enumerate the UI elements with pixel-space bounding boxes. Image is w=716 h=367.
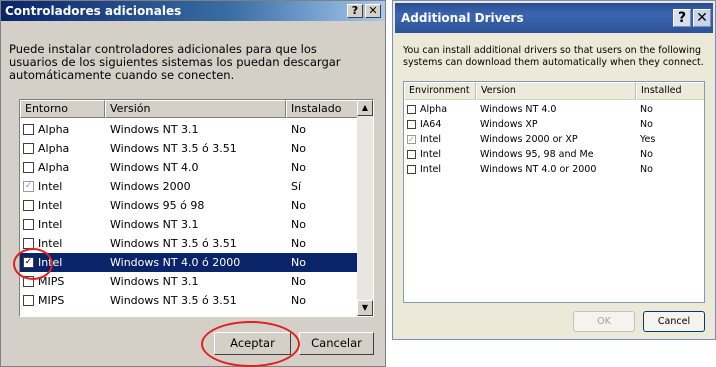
cell-version: Windows NT 3.1 xyxy=(110,218,199,231)
row-checkbox[interactable] xyxy=(407,120,416,129)
cancel-button[interactable]: Cancelar xyxy=(299,332,374,355)
help-button[interactable]: ? xyxy=(347,4,363,18)
column-header-version[interactable]: Version xyxy=(476,82,636,100)
list-item[interactable]: ✓ Intel Windows 2000 or XP Yes xyxy=(404,132,704,147)
cell-installed: No xyxy=(291,199,306,212)
column-header-environment[interactable]: Entorno xyxy=(20,100,105,118)
list-item[interactable]: Alpha Windows NT 3.1 No xyxy=(20,120,359,139)
cell-installed: No xyxy=(291,142,306,155)
row-checkbox[interactable] xyxy=(23,200,34,211)
row-checkbox[interactable] xyxy=(23,143,34,154)
row-checkbox[interactable] xyxy=(23,219,34,230)
list-item[interactable]: Intel Windows 95, 98 and Me No xyxy=(404,147,704,162)
cell-env: Alpha xyxy=(420,104,448,115)
cell-version: Windows NT 3.5 ó 3.51 xyxy=(110,142,237,155)
spanish-drivers-dialog: Controladores adicionales ? ✕ Puede inst… xyxy=(0,0,386,367)
row-checkbox[interactable] xyxy=(23,162,34,173)
column-header-environment[interactable]: Environment xyxy=(404,82,476,100)
drivers-list[interactable]: Entorno Versión Instalado Alpha Windows N… xyxy=(19,99,374,317)
cell-version: Windows 2000 xyxy=(110,180,191,193)
column-header-version[interactable]: Versión xyxy=(105,100,286,118)
row-checkbox[interactable] xyxy=(407,105,416,114)
dialog-title: Controladores adicionales xyxy=(5,4,182,18)
cell-version: Windows NT 3.1 xyxy=(110,275,199,288)
cell-version: Windows NT 4.0 or 2000 xyxy=(480,164,597,175)
cell-version: Windows NT 4.0 ó 2000 xyxy=(110,256,241,269)
list-item[interactable]: Intel Windows 95 ó 98 No xyxy=(20,196,359,215)
cell-installed: No xyxy=(291,294,306,307)
title-bar: Controladores adicionales ? ✕ xyxy=(1,1,385,21)
row-checkbox[interactable] xyxy=(407,150,416,159)
cell-version: Windows NT 3.5 ó 3.51 xyxy=(110,294,237,307)
list-item[interactable]: Alpha Windows NT 4.0 No xyxy=(20,158,359,177)
highlight-ring-accept xyxy=(201,321,300,367)
row-checkbox: ✓ xyxy=(23,181,34,192)
cell-version: Windows XP xyxy=(480,119,538,130)
cell-env: MIPS xyxy=(38,294,65,307)
cell-env: Intel xyxy=(38,199,63,212)
scroll-down-arrow-icon[interactable]: ▼ xyxy=(357,300,373,316)
scroll-up-arrow-icon[interactable]: ▲ xyxy=(357,100,373,116)
list-item[interactable]: IA64 Windows XP No xyxy=(404,117,704,132)
list-item[interactable]: MIPS Windows NT 3.1 No xyxy=(20,272,359,291)
cell-version: Windows 95, 98 and Me xyxy=(480,149,594,160)
cell-env: IA64 xyxy=(420,119,442,130)
cell-env: Intel xyxy=(38,218,63,231)
help-button[interactable]: ? xyxy=(673,9,691,27)
column-header-installed[interactable]: Installed xyxy=(636,82,704,100)
cell-installed: No xyxy=(291,256,306,269)
cancel-button[interactable]: Cancel xyxy=(643,311,705,332)
cell-version: Windows NT 3.5 ó 3.51 xyxy=(110,237,237,250)
cell-version: Windows NT 4.0 xyxy=(480,104,557,115)
row-checkbox: ✓ xyxy=(407,135,416,144)
cell-installed: No xyxy=(640,104,653,115)
cell-version: Windows 2000 or XP xyxy=(480,134,578,145)
cell-env: Alpha xyxy=(38,142,70,155)
list-item[interactable]: Alpha Windows NT 4.0 No xyxy=(404,102,704,117)
cell-version: Windows NT 4.0 xyxy=(110,161,199,174)
row-checkbox[interactable] xyxy=(407,165,416,174)
cell-installed: No xyxy=(291,275,306,288)
list-item[interactable]: Intel Windows NT 4.0 or 2000 No xyxy=(404,162,704,177)
cell-installed: Yes xyxy=(640,134,656,145)
cell-installed: No xyxy=(291,237,306,250)
column-header-installed[interactable]: Instalado xyxy=(286,100,359,118)
cell-env: Intel xyxy=(38,180,63,193)
list-item[interactable]: Intel Windows NT 3.5 ó 3.51 No xyxy=(20,234,359,253)
ok-button[interactable]: OK xyxy=(573,311,635,332)
dialog-title: Additional Drivers xyxy=(401,11,524,25)
list-item[interactable]: ✓ Intel Windows 2000 Sí xyxy=(20,177,359,196)
cell-version: Windows NT 3.1 xyxy=(110,123,199,136)
cell-installed: No xyxy=(291,218,306,231)
row-checkbox[interactable] xyxy=(23,124,34,135)
highlight-ring-checkbox xyxy=(13,248,53,280)
list-header: Entorno Versión Instalado xyxy=(20,100,373,118)
cell-env: Alpha xyxy=(38,123,70,136)
cell-version: Windows 95 ó 98 xyxy=(110,199,205,212)
cell-env: Alpha xyxy=(38,161,70,174)
cell-env: Intel xyxy=(420,149,442,160)
description-text: Puede instalar controladores adicionales… xyxy=(9,42,341,82)
list-header: Environment Version Installed xyxy=(404,82,704,100)
close-button[interactable]: ✕ xyxy=(365,4,381,18)
cell-installed: Sí xyxy=(291,180,302,193)
cell-installed: No xyxy=(291,161,306,174)
cell-installed: No xyxy=(640,119,653,130)
list-item[interactable]: Intel Windows NT 3.1 No xyxy=(20,215,359,234)
close-button[interactable]: ✕ xyxy=(693,9,711,27)
cell-installed: No xyxy=(640,164,653,175)
list-item[interactable]: ✓ Intel Windows NT 4.0 ó 2000 No xyxy=(20,253,359,272)
title-bar: Additional Drivers ? ✕ xyxy=(395,3,713,33)
description-text: You can install additional drivers so th… xyxy=(403,45,704,68)
english-drivers-dialog: Additional Drivers ? ✕ You can install a… xyxy=(392,0,716,340)
row-checkbox[interactable] xyxy=(23,295,34,306)
cell-env: Intel xyxy=(420,134,442,145)
cell-installed: No xyxy=(640,149,653,160)
scrollbar[interactable]: ▲ ▼ xyxy=(357,100,373,316)
cell-installed: No xyxy=(291,123,306,136)
drivers-list[interactable]: Environment Version Installed Alpha Windo… xyxy=(403,81,705,303)
list-item[interactable]: MIPS Windows NT 3.5 ó 3.51 No xyxy=(20,291,359,310)
list-item[interactable]: Alpha Windows NT 3.5 ó 3.51 No xyxy=(20,139,359,158)
cell-env: Intel xyxy=(420,164,442,175)
